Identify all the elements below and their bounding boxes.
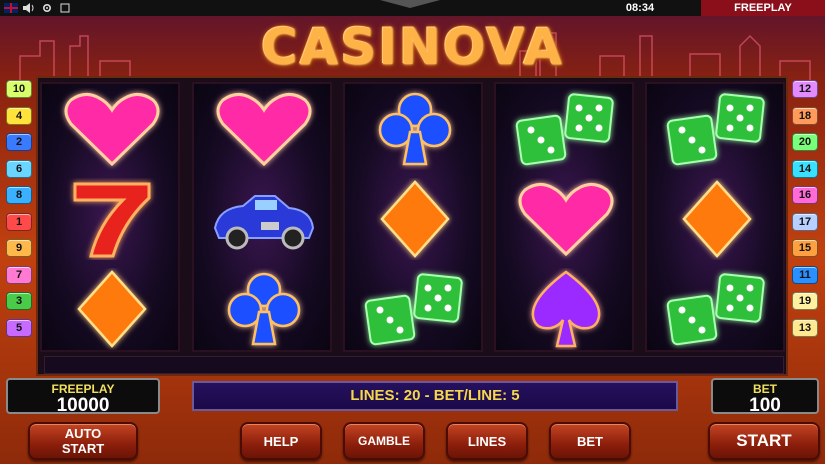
win-line-strip: [44, 356, 784, 374]
settings-icon[interactable]: [40, 3, 54, 13]
start-button[interactable]: START: [708, 422, 820, 460]
heart-symbol: [496, 174, 636, 264]
diamond-symbol: [647, 174, 787, 264]
diamond-symbol: [345, 174, 485, 264]
mode-badge: FREEPLAY: [701, 0, 825, 16]
dice-symbol: [345, 264, 485, 354]
line-indicator-right-13: 13: [792, 318, 818, 337]
line-indicator-left-8: 8: [6, 186, 32, 204]
credit-value: 10000: [56, 395, 110, 416]
line-indicator-left-7: 7: [6, 265, 32, 284]
auto-start-label-2: START: [61, 441, 105, 456]
line-indicator-right-20: 20: [792, 133, 818, 151]
line-indicator-left-2: 2: [6, 133, 32, 151]
line-indicator-left-5: 5: [6, 318, 32, 337]
bet-panel: BET 100: [711, 378, 819, 416]
line-indicator-left-3: 3: [6, 292, 32, 310]
credit-label: FREEPLAY: [51, 382, 115, 396]
line-indicator-left-6: 6: [6, 159, 32, 178]
line-indicator-right-19: 19: [792, 292, 818, 310]
line-indicator-left-4: 4: [6, 106, 32, 125]
reel-4: [494, 82, 634, 352]
help-button[interactable]: HELP: [240, 422, 322, 460]
reel-1: [40, 82, 180, 352]
line-indicator-right-12: 12: [792, 80, 818, 98]
credit-panel: FREEPLAY 10000: [6, 378, 160, 416]
dice-symbol: [647, 264, 787, 354]
clock: 08:34: [625, 2, 655, 14]
car-symbol: [194, 174, 334, 264]
bet-label: BET: [753, 382, 777, 396]
fullscreen-icon[interactable]: [58, 3, 72, 13]
club-symbol: [194, 264, 334, 354]
game-screen: 08:34 FREEPLAY CASINOVA 10 4 2 6 8 1 9 7 3 5 12 18…: [0, 0, 825, 464]
bet-value: 100: [749, 395, 781, 416]
dice-symbol: [647, 84, 787, 174]
heart-symbol: [194, 84, 334, 174]
line-indicator-right-18: 18: [792, 106, 818, 125]
line-indicator-right-15: 15: [792, 239, 818, 257]
reel-3: [343, 82, 483, 352]
uk-flag-icon[interactable]: [4, 3, 18, 13]
game-title: CASINOVA: [260, 18, 564, 76]
line-indicator-left-10: 10: [6, 80, 32, 98]
auto-start-label-1: AUTO: [64, 426, 102, 441]
line-indicator-right-14: 14: [792, 159, 818, 178]
lines-button[interactable]: LINES: [446, 422, 528, 460]
line-indicator-right-16: 16: [792, 186, 818, 204]
diamond-symbol: [42, 264, 182, 354]
club-symbol: [345, 84, 485, 174]
speaker-icon[interactable]: [22, 3, 36, 13]
reel-5: [645, 82, 785, 352]
reel-2: [192, 82, 332, 352]
line-indicator-left-9: 9: [6, 239, 32, 257]
menu-tab-icon[interactable]: [380, 0, 440, 10]
seven-symbol: [42, 174, 182, 264]
line-indicator-right-11: 11: [792, 265, 818, 284]
line-indicator-right-17: 17: [792, 212, 818, 231]
bet-button[interactable]: BET: [549, 422, 631, 460]
line-indicator-left-1: 1: [6, 212, 32, 231]
lines-bet-info: LINES: 20 - BET/LINE: 5: [192, 381, 678, 411]
heart-symbol: [42, 84, 182, 174]
spade-symbol: [496, 264, 636, 354]
gamble-button[interactable]: GAMBLE: [343, 422, 425, 460]
dice-symbol: [496, 84, 636, 174]
status-bar: 08:34 FREEPLAY: [0, 0, 825, 16]
auto-start-button[interactable]: AUTO START: [28, 422, 138, 460]
